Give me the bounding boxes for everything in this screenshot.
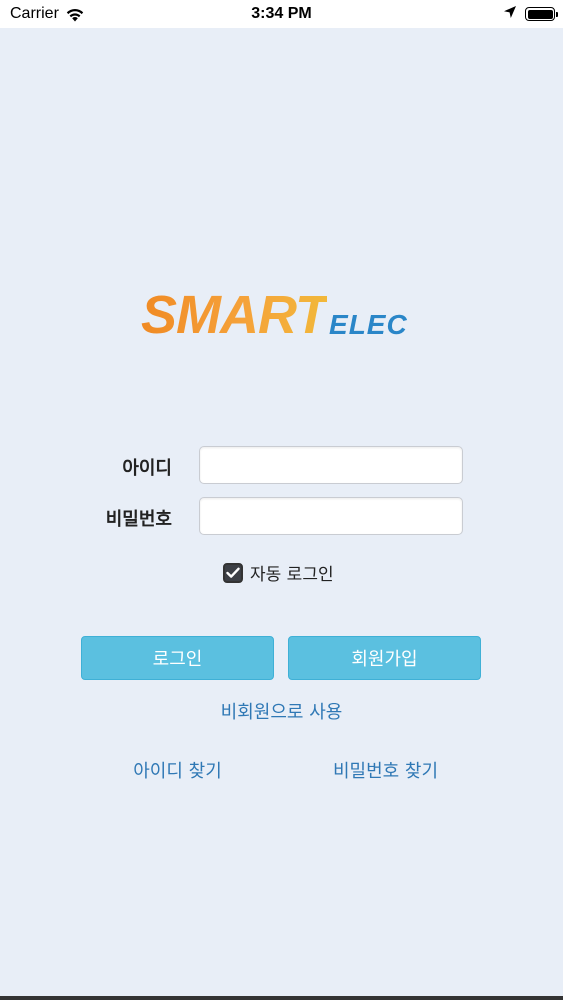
password-input[interactable]: [199, 497, 463, 535]
auto-login-checkbox[interactable]: [223, 562, 243, 583]
id-input[interactable]: [199, 446, 463, 484]
battery-fill: [527, 9, 553, 19]
guest-use-link[interactable]: 비회원으로 사용: [0, 698, 563, 724]
status-left: Carrier: [0, 5, 85, 23]
carrier-label: Carrier: [10, 5, 59, 22]
battery-cap: [556, 12, 558, 17]
find-id-link[interactable]: 아이디 찾기: [100, 757, 255, 783]
find-password-link[interactable]: 비밀번호 찾기: [308, 757, 463, 783]
checkmark-icon: [226, 567, 240, 578]
wifi-icon: [65, 7, 85, 22]
status-right: [503, 5, 563, 24]
home-indicator-bar: [0, 996, 563, 1000]
status-bar: Carrier 3:34 PM: [0, 0, 563, 28]
logo-main-text: SMART: [141, 285, 328, 345]
password-label: 비밀번호: [105, 509, 172, 530]
id-label: 아이디: [122, 458, 172, 479]
auto-login-label: 자동 로그인: [250, 565, 334, 585]
location-arrow-icon: [503, 5, 517, 24]
login-button[interactable]: 로그인: [81, 636, 274, 680]
signup-button[interactable]: 회원가입: [288, 636, 481, 680]
logo-sub-text: ELEC: [329, 309, 408, 340]
smartelec-logo: SMART ELEC: [141, 288, 408, 342]
auto-login-toggle[interactable]: 자동 로그인: [223, 560, 334, 585]
battery-icon: [525, 7, 558, 21]
